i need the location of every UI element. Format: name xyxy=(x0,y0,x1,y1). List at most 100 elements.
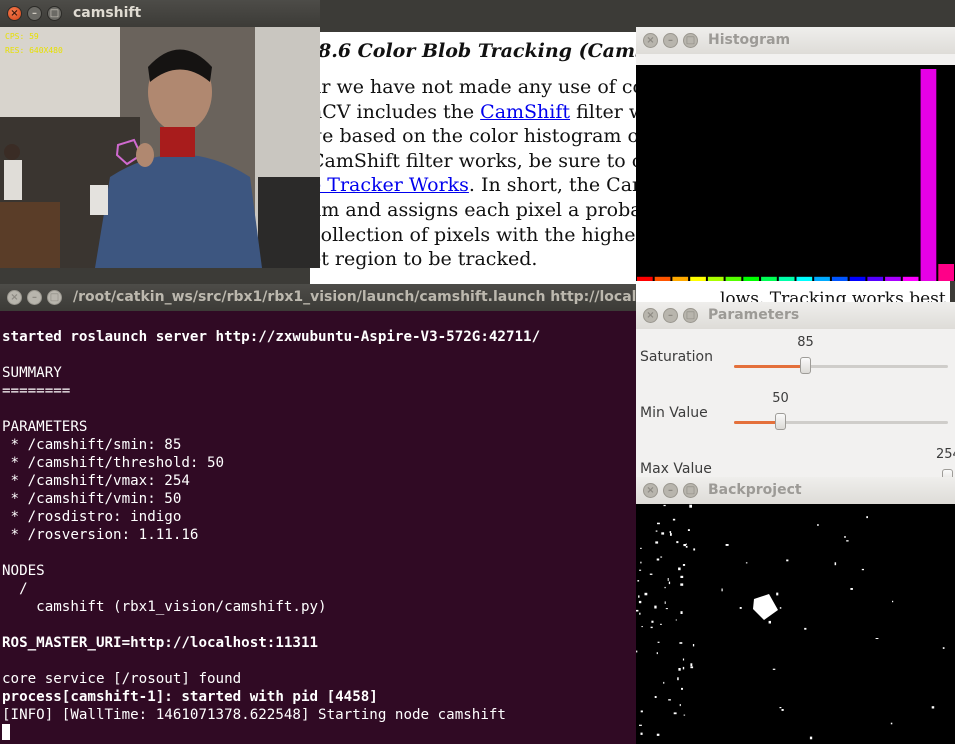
noise-speck xyxy=(667,578,669,581)
histogram-bar xyxy=(654,276,671,281)
noise-speck xyxy=(644,592,648,596)
noise-speck xyxy=(739,607,742,609)
document-line: nCV includes the CamShift filter wh xyxy=(310,101,657,123)
noise-speck xyxy=(638,600,642,604)
noise-speck xyxy=(672,518,676,521)
minimize-icon[interactable]: – xyxy=(27,6,42,21)
noise-speck xyxy=(640,710,643,713)
histogram-bar xyxy=(849,276,866,281)
resolution-overlay: RES: 640X480 xyxy=(5,46,63,55)
terminal-titlebar[interactable]: × – □ /root/catkin_ws/src/rbx1/rbx1_visi… xyxy=(0,284,636,311)
noise-speck xyxy=(677,677,679,681)
histogram-titlebar[interactable]: × – □ Histogram xyxy=(636,27,955,54)
document-line: et region to be tracked. xyxy=(310,248,537,270)
noise-speck xyxy=(745,562,748,564)
noise-speck xyxy=(654,605,657,609)
camshift-titlebar[interactable]: × – □ camshift xyxy=(0,0,320,27)
noise-speck xyxy=(641,626,643,628)
histogram-window[interactable]: × – □ Histogram xyxy=(636,27,955,281)
noise-speck xyxy=(768,620,771,624)
noise-speck xyxy=(725,544,729,546)
terminal-line: camshift (rbx1_vision/camshift.py) xyxy=(2,599,327,615)
noise-speck xyxy=(931,706,935,709)
maximize-icon[interactable]: □ xyxy=(683,308,698,323)
noise-speck xyxy=(861,568,864,571)
noise-speck xyxy=(681,687,683,690)
maximize-icon[interactable]: □ xyxy=(683,483,698,498)
slider-track[interactable] xyxy=(734,357,948,374)
noise-speck xyxy=(689,504,692,508)
minimize-icon[interactable]: – xyxy=(663,308,678,323)
document-link[interactable]: CamShift xyxy=(480,101,570,123)
noise-speck xyxy=(668,699,671,701)
noise-speck xyxy=(685,545,688,548)
noise-speck xyxy=(655,530,658,532)
histogram-bar xyxy=(725,276,742,281)
noise-speck xyxy=(636,609,639,612)
maximize-icon[interactable]: □ xyxy=(683,33,698,48)
noise-speck xyxy=(776,592,779,596)
terminal-line: PARAMETERS xyxy=(2,419,88,435)
noise-speck xyxy=(682,666,685,670)
slider-value: 85 xyxy=(797,335,814,350)
terminal-output[interactable]: started roslaunch server http://zxwubunt… xyxy=(2,328,636,742)
histogram-bar xyxy=(920,69,937,281)
terminal-line: started roslaunch server http://zxwubunt… xyxy=(2,329,541,345)
document-text: collection of pixels with the highest p xyxy=(310,223,672,246)
document-text: et region to be tracked. xyxy=(310,248,538,271)
maximize-icon[interactable]: □ xyxy=(47,6,62,21)
terminal-line: [INFO] [WallTime: 1461071378.622548] Sta… xyxy=(2,707,506,723)
noise-speck xyxy=(657,522,660,525)
slider-thumb[interactable] xyxy=(942,469,954,477)
backprojection-image xyxy=(636,504,955,744)
document-text: ge based on the color histogram of tha xyxy=(310,125,684,148)
noise-speck xyxy=(679,642,683,644)
noise-speck xyxy=(817,524,819,526)
histogram-bar xyxy=(743,276,759,281)
terminal-line: process[camshift-1]: started with pid [4… xyxy=(2,689,378,705)
backproject-titlebar[interactable]: × – □ Backproject xyxy=(636,477,955,504)
terminal-window[interactable]: × – □ /root/catkin_ws/src/rbx1/rbx1_visi… xyxy=(0,284,636,744)
slider-track[interactable] xyxy=(734,413,948,430)
slider-value: 50 xyxy=(772,391,789,406)
noise-speck xyxy=(680,611,683,614)
noise-speck xyxy=(678,567,681,571)
parameters-window[interactable]: × – □ Parameters Saturation 85 Min Value 50… xyxy=(636,302,955,477)
close-icon[interactable]: × xyxy=(7,6,22,21)
terminal-line: / xyxy=(2,581,28,597)
camshift-window[interactable]: × – □ camshift CPS: 59 RES: 640X480 xyxy=(0,0,320,268)
window-title: camshift xyxy=(73,5,142,21)
backproject-window[interactable]: × – □ Backproject xyxy=(636,477,955,744)
document-line: ge based on the color histogram of tha xyxy=(310,125,683,147)
document-line: ar we have not made any use of color xyxy=(310,76,671,98)
close-icon[interactable]: × xyxy=(7,290,22,305)
minimize-icon[interactable]: – xyxy=(663,483,678,498)
close-icon[interactable]: × xyxy=(643,483,658,498)
minimize-icon[interactable]: – xyxy=(663,33,678,48)
histogram-bar xyxy=(938,264,954,281)
slider-thumb[interactable] xyxy=(775,413,787,430)
noise-speck xyxy=(650,626,653,629)
close-icon[interactable]: × xyxy=(643,308,658,323)
noise-speck xyxy=(656,733,660,736)
terminal-cursor xyxy=(2,724,10,740)
noise-speck xyxy=(656,558,660,561)
noise-speck xyxy=(661,532,665,535)
document-link[interactable]: e Tracker Works xyxy=(310,174,469,196)
histogram-bar xyxy=(637,276,653,281)
maximize-icon[interactable]: □ xyxy=(47,290,62,305)
document-text: am and assigns each pixel a probabilit xyxy=(310,199,680,221)
slider-thumb[interactable] xyxy=(800,357,812,374)
minimize-icon[interactable]: – xyxy=(27,290,42,305)
noise-speck xyxy=(639,612,641,615)
terminal-line: core service [/rosout] found xyxy=(2,671,242,687)
noise-speck xyxy=(655,541,659,544)
noise-speck xyxy=(657,641,660,643)
noise-speck xyxy=(636,650,638,653)
noise-speck xyxy=(640,547,642,549)
close-icon[interactable]: × xyxy=(643,33,658,48)
noise-speck xyxy=(682,658,685,661)
parameters-titlebar[interactable]: × – □ Parameters xyxy=(636,302,955,329)
